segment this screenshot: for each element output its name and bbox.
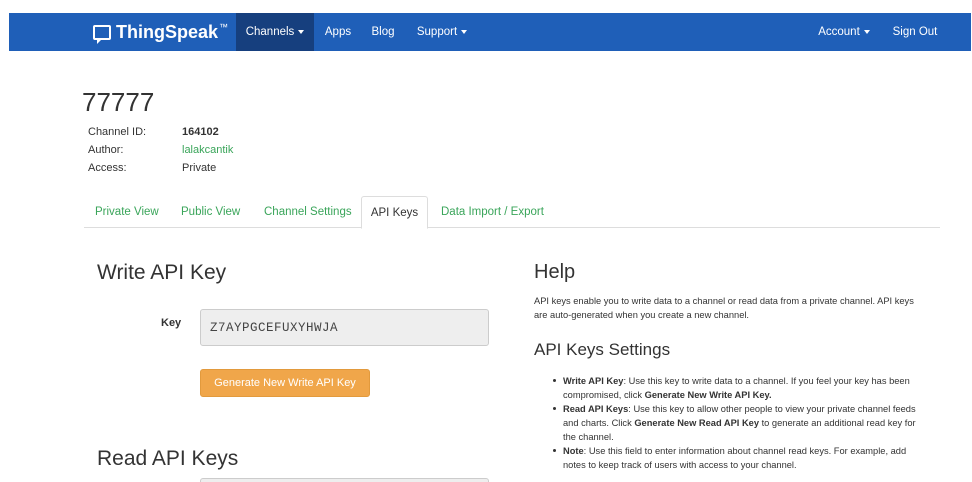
help-term: Read API Keys [563,404,629,414]
brand-name: ThingSpeak [116,21,219,42]
tab-public-view[interactable]: Public View [181,196,240,228]
nav-sign-out-label: Sign Out [892,26,938,38]
write-api-key-field[interactable]: Z7AYPGCEFUXYHWJA [200,309,489,346]
help-term: Write API Key [563,376,624,386]
author-link[interactable]: lalakcantik [182,144,233,156]
help-text: : Use this field to enter information ab… [563,446,907,470]
nav-channels-label: Channels [245,26,295,38]
api-keys-settings-heading: API Keys Settings [534,340,671,359]
key-label: Key [161,317,182,329]
help-term: Note [563,446,584,456]
nav-apps-label: Apps [324,26,352,38]
tab-api-keys[interactable]: API Keys [361,196,428,229]
nav-blog-label: Blog [371,26,395,38]
write-api-key-heading: Write API Key [97,261,227,284]
nav-support-label: Support [416,26,458,38]
caret-down-icon [461,30,468,34]
tab-channel-settings[interactable]: Channel Settings [264,196,352,228]
tab-data-import-export[interactable]: Data Import / Export [441,196,544,228]
brand-logo[interactable]: ThingSpeak ™ [93,13,228,51]
list-item: Read API Keys: Use this key to allow oth… [549,402,919,444]
list-item: Write API Key: Use this key to write dat… [549,374,919,402]
nav-blog[interactable]: Blog [363,13,403,51]
help-heading: Help [534,261,576,283]
help-list: Write API Key: Use this key to write dat… [549,374,919,472]
top-navbar: ThingSpeak ™ Channels Apps Blog Support … [9,13,971,51]
read-api-key-field[interactable] [200,478,489,482]
tab-private-view[interactable]: Private View [95,196,159,228]
chat-bubble-icon [93,24,111,44]
access-value: Private [182,162,217,174]
channel-tabs: Private View Public View Channel Setting… [84,196,940,229]
help-bold: Generate New Write API Key. [644,390,772,400]
caret-down-icon [298,30,305,34]
nav-apps[interactable]: Apps [316,13,360,51]
generate-write-api-key-button[interactable]: Generate New Write API Key [200,369,370,397]
channel-id-value: 164102 [182,126,219,138]
nav-account-label: Account [818,26,860,38]
nav-sign-out[interactable]: Sign Out [887,13,943,51]
nav-account[interactable]: Account [811,13,877,51]
help-bold: Generate New Read API Key [634,418,760,428]
nav-channels[interactable]: Channels [236,13,314,51]
list-item: Note: Use this field to enter informatio… [549,444,919,472]
help-description: API keys enable you to write data to a c… [534,296,914,320]
brand-trademark: ™ [219,22,229,32]
channel-title: 77777 [82,87,155,117]
read-api-keys-heading: Read API Keys [97,447,239,470]
caret-down-icon [863,30,870,34]
nav-support[interactable]: Support [409,13,475,51]
access-label: Access: [88,162,127,174]
channel-id-label: Channel ID: [88,126,147,138]
author-label: Author: [88,144,124,156]
